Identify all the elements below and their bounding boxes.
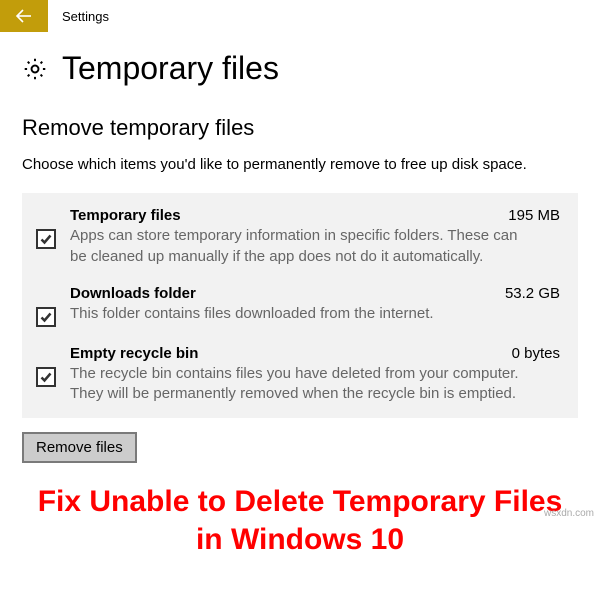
item-header: Temporary files 195 MB	[70, 207, 560, 224]
check-icon	[40, 311, 52, 323]
section-heading: Remove temporary files	[22, 115, 578, 141]
item-description: The recycle bin contains files you have …	[70, 364, 530, 405]
item-header: Empty recycle bin 0 bytes	[70, 345, 560, 362]
gear-icon	[22, 56, 48, 82]
item-size: 195 MB	[508, 207, 560, 224]
remove-files-button[interactable]: Remove files	[22, 432, 137, 463]
item-description: Apps can store temporary information in …	[70, 226, 530, 267]
checkbox-downloads-folder[interactable]	[36, 307, 56, 327]
items-panel: Temporary files 195 MB Apps can store te…	[22, 193, 578, 418]
item-size: 53.2 GB	[505, 285, 560, 302]
app-title: Settings	[62, 9, 109, 24]
content-area: Temporary files Remove temporary files C…	[0, 32, 600, 475]
item-title: Temporary files	[70, 207, 181, 224]
check-icon	[40, 371, 52, 383]
watermark: wsxdn.com	[544, 508, 594, 519]
titlebar: Settings	[0, 0, 600, 32]
item-description: This folder contains files downloaded fr…	[70, 304, 530, 324]
list-item: Downloads folder 53.2 GB This folder con…	[36, 285, 560, 327]
checkbox-temporary-files[interactable]	[36, 229, 56, 249]
item-title: Downloads folder	[70, 285, 196, 302]
item-body: Downloads folder 53.2 GB This folder con…	[70, 285, 560, 324]
article-headline: Fix Unable to Delete Temporary Files in …	[0, 475, 600, 568]
checkbox-empty-recycle-bin[interactable]	[36, 367, 56, 387]
item-body: Temporary files 195 MB Apps can store te…	[70, 207, 560, 267]
item-header: Downloads folder 53.2 GB	[70, 285, 560, 302]
back-button[interactable]	[0, 0, 48, 32]
item-size: 0 bytes	[512, 345, 560, 362]
page-title: Temporary files	[62, 50, 279, 87]
item-body: Empty recycle bin 0 bytes The recycle bi…	[70, 345, 560, 405]
page-header: Temporary files	[22, 50, 578, 87]
intro-text: Choose which items you'd like to permane…	[22, 155, 562, 175]
item-title: Empty recycle bin	[70, 345, 198, 362]
list-item: Temporary files 195 MB Apps can store te…	[36, 207, 560, 267]
arrow-left-icon	[14, 6, 34, 26]
list-item: Empty recycle bin 0 bytes The recycle bi…	[36, 345, 560, 405]
check-icon	[40, 233, 52, 245]
